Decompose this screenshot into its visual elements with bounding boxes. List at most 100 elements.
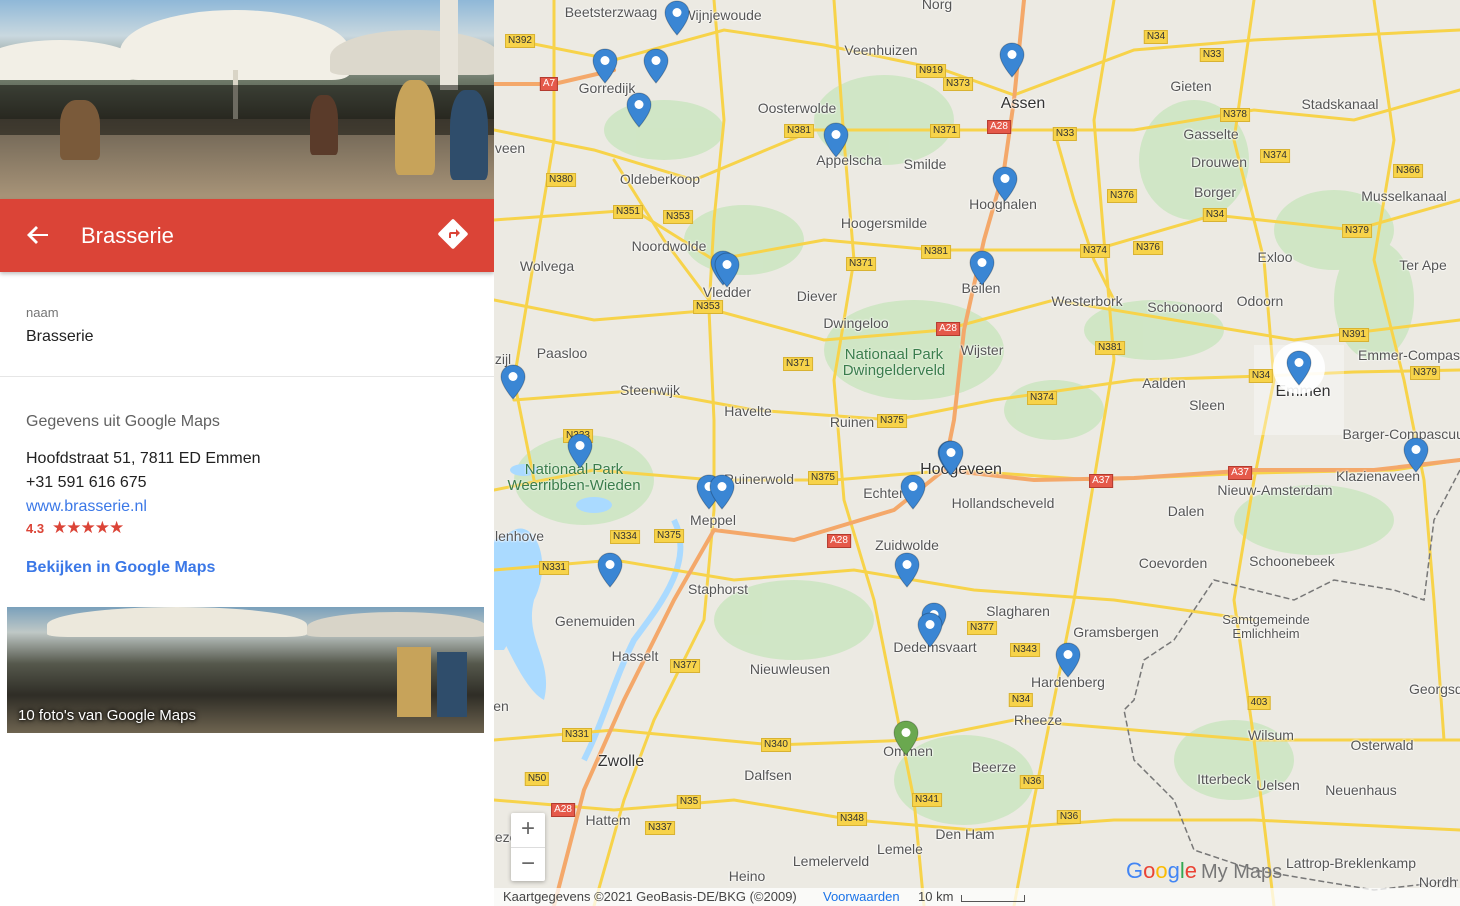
map-pin-icon[interactable] [969, 250, 995, 286]
photo-gallery-thumbnail[interactable]: 10 foto's van Google Maps [7, 607, 484, 733]
place-rating-value: 4.3 [26, 521, 45, 536]
map-pin-icon[interactable] [626, 92, 652, 128]
map-pin-icon[interactable] [823, 122, 849, 158]
town-label: Sleen [1189, 397, 1225, 413]
town-label: Hoogersmilde [840, 215, 928, 231]
road-shield: N379 [1342, 224, 1372, 238]
map-pin-icon[interactable] [992, 166, 1018, 202]
town-label: Neuenhaus [1325, 782, 1397, 798]
town-label: Norg [921, 0, 953, 12]
town-label: Odoorn [1236, 293, 1284, 309]
place-phone: +31 591 616 675 [26, 474, 147, 491]
road-shield: N36 [1019, 775, 1045, 789]
town-label: Staphorst [688, 581, 748, 597]
town-label: Stadskanaal [1301, 96, 1379, 112]
map-footer: Kaartgegevens ©2021 GeoBasis-DE/BKG (©20… [494, 888, 1460, 906]
map-pin-icon[interactable] [664, 0, 690, 36]
town-label: veen [494, 140, 526, 156]
town-label: Zuidwolde [875, 537, 939, 553]
town-label: Georgsdorf [1408, 681, 1460, 697]
place-website-link[interactable]: www.brasserie.nl [26, 498, 147, 516]
road-shield: N331 [562, 728, 592, 742]
map-pin-icon[interactable] [917, 612, 943, 648]
road-shield: N375 [877, 414, 907, 428]
road-shield: N371 [783, 357, 813, 371]
road-shield: N353 [693, 300, 723, 314]
map-pin-icon[interactable] [1403, 437, 1429, 473]
road-shield: N353 [663, 210, 693, 224]
town-label: Rheeze [1013, 712, 1063, 728]
zoom-in-button[interactable]: + [511, 813, 545, 847]
town-label: Lemelerveld [792, 853, 870, 869]
road-shield: A28 [936, 322, 960, 336]
road-shield: N366 [1393, 164, 1423, 178]
map-canvas[interactable]: Beetsterzwaag Wijnjewoude Norg Gorredijk Vee… [494, 0, 1460, 906]
back-arrow-icon[interactable] [22, 219, 54, 251]
town-label: llenhove [494, 528, 545, 544]
name-field-label: naam [26, 305, 59, 320]
road-shield: N379 [1410, 366, 1440, 380]
town-label: Emmer-Compas [1358, 347, 1460, 363]
road-shield: N34 [1008, 693, 1034, 707]
view-in-google-maps-link[interactable]: Bekijken in Google Maps [26, 559, 215, 577]
map-pin-icon[interactable] [500, 364, 526, 400]
photo-gallery-label: 10 foto's van Google Maps [18, 707, 196, 724]
selected-map-pin-icon[interactable] [893, 720, 919, 756]
map-pin-icon[interactable] [592, 48, 618, 84]
town-label: Wilsum [1248, 727, 1294, 743]
road-shield: N374 [1260, 149, 1290, 163]
directions-icon[interactable] [438, 219, 468, 249]
town-label: Gasselte [1183, 126, 1239, 142]
road-shield: N35 [676, 795, 702, 809]
place-hero-photo[interactable] [0, 0, 494, 199]
map-pin-icon[interactable] [938, 440, 964, 476]
town-label: Dalfsen [744, 767, 792, 783]
road-shield: N374 [1080, 244, 1110, 258]
town-label: Slagharen [986, 603, 1050, 619]
town-label: Lattrop-Breklenkamp [1286, 855, 1416, 871]
map-pin-icon[interactable] [643, 48, 669, 84]
road-shield: N392 [505, 34, 535, 48]
road-shield: N334 [610, 530, 640, 544]
town-label: Ruinen [829, 414, 875, 430]
town-label: Exloo [1257, 249, 1293, 265]
town-label: en [494, 698, 509, 714]
rating-stars-icon: ★★★★★ [52, 518, 124, 537]
town-label: Veenhuizen [844, 42, 918, 58]
road-shield: N351 [613, 205, 643, 219]
map-pin-icon[interactable] [1055, 642, 1081, 678]
town-label: Beetsterzwaag [564, 4, 658, 20]
map-pin-icon[interactable] [900, 474, 926, 510]
town-label: Coevorden [1138, 555, 1208, 571]
terms-link[interactable]: Voorwaarden [823, 889, 900, 904]
town-label: Meppel [690, 512, 736, 528]
town-label: Lemele [877, 841, 923, 857]
map-pin-icon[interactable] [1286, 350, 1312, 386]
road-shield: N343 [1010, 643, 1040, 657]
map-pin-icon[interactable] [894, 552, 920, 588]
road-shield: N375 [808, 471, 838, 485]
town-label: Hasselt [611, 648, 659, 664]
map-pin-icon[interactable] [714, 252, 740, 288]
town-label: Uelsen [1256, 777, 1300, 793]
town-label: Oldeberkoop [619, 171, 701, 187]
town-label: Schoonoord [1147, 299, 1223, 315]
town-label: Zwolle [597, 753, 645, 770]
map-copyright: Kaartgegevens ©2021 GeoBasis-DE/BKG (©20… [503, 889, 797, 904]
road-shield: N380 [546, 173, 576, 187]
town-label: Steenwijk [620, 382, 680, 398]
map-pin-icon[interactable] [567, 433, 593, 469]
map-pin-icon[interactable] [597, 552, 623, 588]
town-label: Gieten [1170, 78, 1212, 94]
road-shield: A28 [551, 803, 575, 817]
road-shield: N376 [1133, 241, 1163, 255]
map-pin-icon[interactable] [709, 474, 735, 510]
zoom-out-button[interactable]: − [511, 848, 545, 882]
road-shield: 403 [1247, 696, 1271, 710]
name-field-value: Brasserie [26, 328, 94, 345]
town-label: Hollandscheveld [951, 495, 1055, 511]
road-shield: N34 [1143, 30, 1169, 44]
map-pin-icon[interactable] [999, 42, 1025, 78]
town-label: Den Ham [935, 826, 995, 842]
road-shield: A37 [1089, 474, 1113, 488]
